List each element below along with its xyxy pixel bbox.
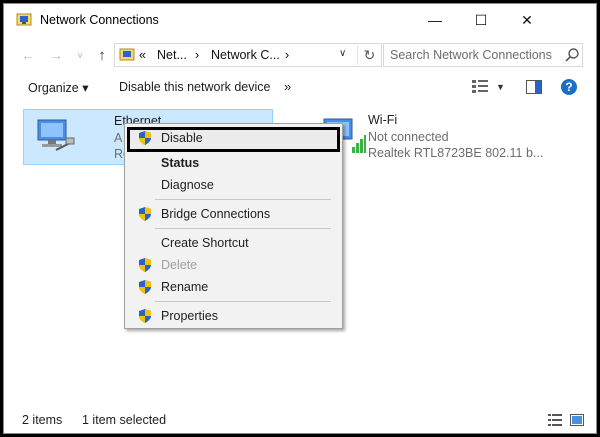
explorer-window: Network Connections — ☐ ✕ ← → ∨ ↑ « Net.…	[3, 3, 597, 434]
menu-item-label: Bridge Connections	[161, 207, 271, 221]
menu-item-label: Create Shortcut	[161, 236, 249, 250]
menu-separator	[155, 301, 331, 302]
address-overflow[interactable]: «	[139, 48, 146, 62]
menu-item-label: Diagnose	[161, 178, 214, 192]
breadcrumb-chevron-icon[interactable]: ›	[285, 48, 289, 62]
up-button[interactable]: ↑	[92, 45, 112, 65]
menu-item-label: Status	[161, 156, 200, 170]
network-folder-icon	[16, 13, 32, 26]
menu-item-label: Delete	[161, 258, 198, 272]
breadcrumb-network-connections[interactable]: Network C...	[211, 48, 280, 62]
search-icon[interactable]	[564, 47, 580, 63]
menu-item-rename[interactable]: Rename	[127, 276, 340, 298]
help-button[interactable]: ?	[561, 79, 577, 95]
more-commands-button[interactable]: »	[284, 79, 291, 94]
search-box[interactable]	[383, 43, 583, 67]
breadcrumb-chevron-icon[interactable]: ›	[195, 48, 199, 62]
menu-item-label: Rename	[161, 280, 209, 294]
view-options-dropdown-icon[interactable]: ▼	[496, 82, 505, 92]
search-input[interactable]	[390, 47, 560, 63]
menu-item-diagnose[interactable]: Diagnose	[127, 174, 340, 196]
menu-separator	[155, 228, 331, 229]
refresh-button[interactable]: ↻	[357, 45, 381, 65]
preview-pane-icon[interactable]	[526, 80, 542, 94]
network-folder-icon	[119, 48, 135, 61]
back-button[interactable]: ←	[18, 45, 38, 65]
uac-shield-icon	[139, 309, 151, 323]
minimize-button[interactable]: —	[412, 4, 458, 36]
title-bar[interactable]: Network Connections — ☐ ✕	[4, 4, 596, 36]
uac-shield-icon	[139, 131, 151, 145]
menu-item-status[interactable]: Status	[127, 152, 340, 174]
item-count: 2 items	[22, 413, 63, 427]
breadcrumb-network[interactable]: Net...	[157, 48, 187, 62]
status-bar: 2 items 1 item selected	[4, 409, 596, 433]
connection-status: A	[114, 131, 123, 145]
organize-button[interactable]: Organize ▾	[28, 80, 88, 95]
uac-shield-icon	[139, 207, 151, 221]
window-title: Network Connections	[40, 13, 159, 27]
recent-locations-button[interactable]: ∨	[70, 45, 90, 65]
menu-item-create-shortcut[interactable]: Create Shortcut	[127, 232, 340, 254]
connection-status: Not connected	[368, 130, 449, 144]
disable-network-device-button[interactable]: Disable this network device	[119, 80, 270, 94]
menu-item-label: Properties	[161, 309, 218, 323]
details-view-icon[interactable]	[548, 414, 562, 426]
uac-shield-icon	[139, 258, 151, 272]
forward-button[interactable]: →	[46, 45, 66, 65]
close-button[interactable]: ✕	[504, 4, 550, 36]
context-menu: Disable Status Diagnose Bridge Connectio…	[124, 123, 343, 329]
connection-item-wifi[interactable]: Wi-Fi Not connected Realtek RTL8723BE 80…	[314, 109, 574, 165]
uac-shield-icon	[139, 280, 151, 294]
ethernet-adapter-icon	[37, 119, 75, 151]
connection-device: Realtek RTL8723BE 802.11 b...	[368, 146, 544, 160]
change-view-icon[interactable]	[472, 80, 488, 94]
address-dropdown-icon[interactable]: ∨	[339, 48, 346, 59]
selection-count: 1 item selected	[82, 413, 167, 427]
command-bar: Organize ▾ Disable this network device »…	[4, 72, 596, 102]
menu-item-delete: Delete	[127, 254, 340, 276]
navigation-bar: ← → ∨ ↑ « Net... › Network C... › ∨ ↻	[4, 42, 596, 68]
large-icons-view-icon[interactable]	[570, 414, 584, 426]
menu-item-properties[interactable]: Properties	[127, 305, 340, 327]
connection-name: Wi-Fi	[368, 113, 398, 127]
menu-separator	[155, 199, 331, 200]
menu-item-disable[interactable]: Disable	[127, 127, 340, 152]
maximize-button[interactable]: ☐	[458, 4, 504, 36]
address-bar[interactable]: « Net... › Network C... › ∨ ↻	[114, 43, 382, 67]
menu-item-bridge-connections[interactable]: Bridge Connections	[127, 203, 340, 225]
menu-item-label: Disable	[161, 131, 203, 145]
